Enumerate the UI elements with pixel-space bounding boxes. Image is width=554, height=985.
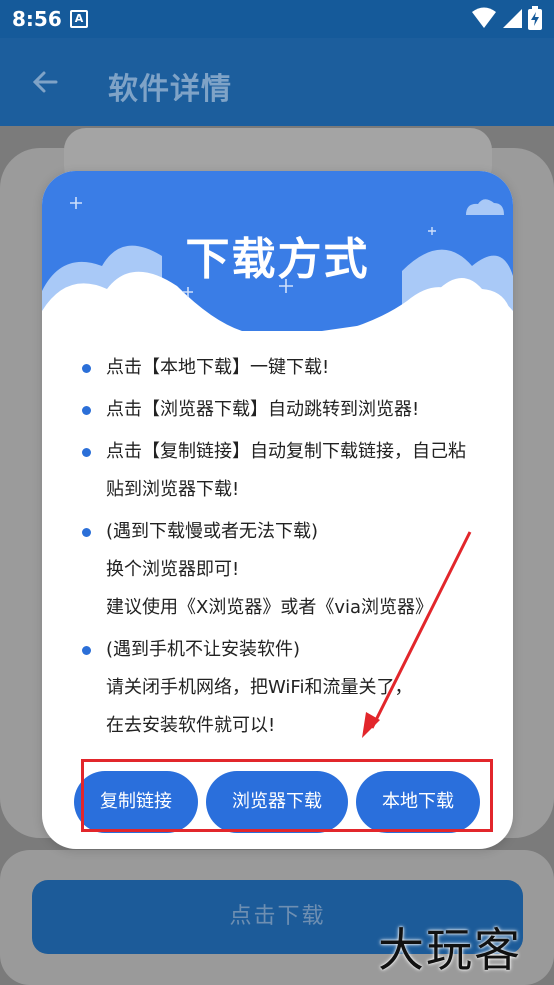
dialog-title: 下载方式 bbox=[185, 234, 370, 285]
list-item-text: 点击【浏览器下载】自动跳转到浏览器! bbox=[106, 399, 420, 420]
notification-icon: A bbox=[70, 10, 88, 28]
list-item-text: (遇到手机不让安装软件) bbox=[106, 639, 301, 660]
battery-charging-icon bbox=[528, 6, 542, 30]
list-item-text: 在去安装软件就可以! bbox=[106, 715, 276, 736]
instruction-list: 点击【本地下载】一键下载! 点击【浏览器下载】自动跳转到浏览器! 点击【复制链接… bbox=[82, 349, 502, 749]
bullet-icon bbox=[82, 448, 91, 457]
signal-icon bbox=[503, 9, 522, 28]
watermark: 大玩客 bbox=[378, 923, 522, 977]
bullet-icon bbox=[82, 646, 91, 655]
annotation-box bbox=[81, 759, 493, 832]
arrow-left-icon[interactable] bbox=[30, 66, 62, 98]
list-item-text: (遇到下载慢或者无法下载) bbox=[106, 521, 319, 542]
app-bar: 软件详情 bbox=[0, 38, 554, 126]
bullet-icon bbox=[82, 528, 91, 537]
bullet-icon bbox=[82, 364, 91, 373]
list-item: 点击【复制链接】自动复制下载链接，自己粘 贴到浏览器下载! bbox=[82, 433, 502, 509]
wifi-icon bbox=[472, 7, 496, 28]
system-icons bbox=[472, 6, 542, 30]
list-item-text: 点击【本地下载】一键下载! bbox=[106, 357, 330, 378]
list-item-text: 建议使用《X浏览器》或者《via浏览器》 bbox=[106, 597, 434, 618]
bullet-icon bbox=[82, 406, 91, 415]
list-item-text: 点击【复制链接】自动复制下载链接，自己粘 bbox=[106, 441, 466, 462]
list-item: 点击【浏览器下载】自动跳转到浏览器! bbox=[82, 391, 502, 429]
list-item: 点击【本地下载】一键下载! bbox=[82, 349, 502, 387]
list-item-text: 请关闭手机网络，把WiFi和流量关了， bbox=[106, 677, 413, 698]
status-time: 8:56 bbox=[12, 7, 62, 31]
list-item-text: 贴到浏览器下载! bbox=[106, 479, 240, 500]
status-bar: 8:56 A bbox=[0, 0, 554, 38]
download-method-dialog: 下载方式 点击【本地下载】一键下载! 点击【浏览器下载】自动跳转到浏览器! 点击… bbox=[42, 171, 513, 849]
page-title: 软件详情 bbox=[108, 72, 232, 107]
list-item: (遇到下载慢或者无法下载) 换个浏览器即可! 建议使用《X浏览器》或者《via浏… bbox=[82, 513, 502, 627]
list-item: (遇到手机不让安装软件) 请关闭手机网络，把WiFi和流量关了， 在去安装软件就… bbox=[82, 631, 502, 745]
list-item-text: 换个浏览器即可! bbox=[106, 559, 240, 580]
